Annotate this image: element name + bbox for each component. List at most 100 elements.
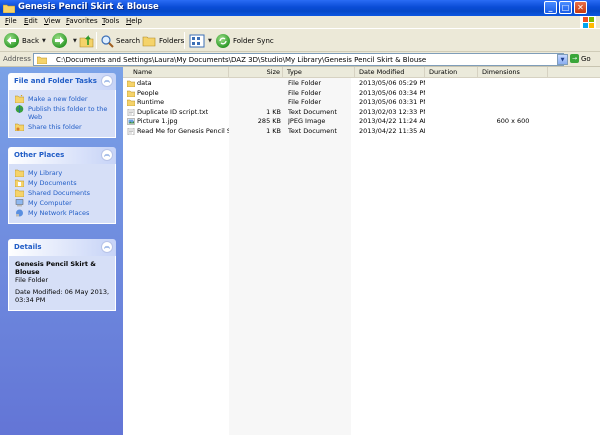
folder-icon [127, 80, 135, 87]
folder-icon [127, 90, 135, 97]
panel-header[interactable]: Details ︽ [8, 239, 116, 256]
file-size [229, 98, 281, 107]
address-input[interactable]: C:\Documents and Settings\Laura\My Docum… [33, 53, 564, 66]
text-icon [127, 108, 135, 116]
file-date-modified: 2013/04/22 11:35 AM [359, 126, 425, 135]
panel-title: Details [14, 243, 42, 251]
details-type: File Folder [15, 276, 49, 284]
task-pane: File and Folder Tasks ︽ Make a new folde… [0, 67, 123, 435]
menu-favorites[interactable]: Favorites [66, 17, 98, 25]
menu-bar: File Edit View Favorites Tools Help [0, 16, 600, 29]
computer-icon [15, 199, 24, 207]
column-dimensions[interactable]: Dimensions [478, 67, 548, 78]
explorer-window: Genesis Pencil Skirt & Blouse _ □ ✕ File… [0, 0, 600, 435]
file-name: Duplicate ID script.txt [137, 107, 209, 116]
folder-sync-label: Folder Sync [233, 36, 274, 45]
column-label: Duration [429, 68, 458, 76]
folder-icon [15, 169, 24, 177]
column-label: Size [266, 68, 280, 76]
collapse-chevron-icon[interactable]: ︽ [101, 75, 113, 87]
address-dropdown-button[interactable]: ▼ [557, 54, 568, 65]
back-arrow-icon [4, 33, 19, 48]
file-dimensions [478, 79, 548, 88]
search-button[interactable]: Search [100, 32, 140, 49]
up-folder-button[interactable] [79, 32, 94, 49]
close-button[interactable]: ✕ [574, 1, 587, 14]
place-my-computer[interactable]: My Computer [15, 199, 111, 207]
file-dimensions [478, 108, 548, 117]
column-date-modified[interactable]: Date Modified [355, 67, 425, 78]
address-bar: Address C:\Documents and Settings\Laura\… [0, 52, 600, 67]
file-row[interactable]: Runtime File Folder 2013/05/06 03:31 PM [123, 98, 600, 107]
file-dimensions [478, 98, 548, 107]
toolbar: Back ▼ ▼ Search Folders ▼ Folder Sync [0, 29, 600, 52]
title-bar[interactable]: Genesis Pencil Skirt & Blouse _ □ ✕ [0, 0, 600, 16]
file-type: JPEG Image [288, 117, 326, 125]
address-path: C:\Documents and Settings\Laura\My Docum… [56, 56, 427, 64]
column-duration[interactable]: Duration [425, 67, 478, 78]
place-my-documents[interactable]: My Documents [15, 179, 111, 187]
file-row[interactable]: data File Folder 2013/05/06 05:29 PM [123, 79, 600, 88]
menu-help[interactable]: Help [126, 17, 142, 25]
file-name: data [137, 79, 152, 87]
go-arrow-icon: → [570, 54, 579, 63]
forward-button[interactable]: ▼ [52, 32, 77, 49]
publish-to-web-link[interactable]: Publish this folder to the Web [15, 105, 111, 121]
go-button[interactable]: → Go [570, 54, 591, 63]
views-button[interactable]: ▼ [189, 32, 212, 49]
folders-icon [142, 36, 156, 47]
window-title: Genesis Pencil Skirt & Blouse [18, 2, 159, 12]
file-size [229, 79, 281, 88]
file-row[interactable]: Duplicate ID script.txt 1 KB Text Document… [123, 108, 600, 117]
file-date-modified: 2013/04/22 11:24 AM [359, 117, 425, 125]
file-size: 1 KB [266, 126, 281, 135]
make-new-folder-link[interactable]: Make a new folder [15, 95, 111, 103]
collapse-chevron-icon[interactable]: ︽ [101, 149, 113, 161]
place-my-network-places[interactable]: My Network Places [15, 209, 111, 217]
file-date-modified: 2013/05/06 05:29 PM [359, 79, 425, 87]
file-row[interactable]: People File Folder 2013/05/06 03:34 PM [123, 89, 600, 98]
folder-sync-button[interactable]: Folder Sync [216, 32, 274, 49]
file-row[interactable]: Read Me for Genesis Pencil Sk... 1 KB Text… [123, 127, 600, 136]
file-type: Text Document [288, 107, 337, 116]
menu-file[interactable]: File [5, 17, 17, 25]
panel-header[interactable]: File and Folder Tasks ︽ [8, 73, 116, 90]
file-name: Runtime [137, 98, 165, 106]
menu-view[interactable]: View [44, 17, 61, 25]
panel-header[interactable]: Other Places ︽ [8, 147, 116, 164]
minimize-button[interactable]: _ [544, 1, 557, 14]
maximize-button[interactable]: □ [559, 1, 572, 14]
column-header-row: Name Size Type Date Modified Duration Di… [123, 67, 600, 78]
column-type[interactable]: Type [283, 67, 355, 78]
menu-tools[interactable]: Tools [102, 17, 119, 25]
file-row[interactable]: Picture 1.jpg 285 KB JPEG Image 2013/04/22 … [123, 117, 600, 126]
folder-icon [127, 99, 135, 106]
column-label: Dimensions [482, 68, 520, 76]
chevron-down-icon: ▼ [73, 37, 77, 44]
column-size[interactable]: Size [229, 67, 283, 78]
back-button[interactable]: Back ▼ [4, 32, 46, 49]
address-label: Address [3, 55, 31, 63]
share-folder-icon [15, 123, 24, 131]
file-name: Picture 1.jpg [137, 117, 178, 125]
menu-edit[interactable]: Edit [24, 17, 38, 25]
place-my-library[interactable]: My Library [15, 169, 111, 177]
task-label: Make a new folder [28, 95, 88, 103]
new-folder-icon [15, 95, 24, 103]
sync-icon [216, 33, 230, 48]
place-shared-documents[interactable]: Shared Documents [15, 189, 111, 197]
folder-icon [3, 4, 15, 13]
collapse-chevron-icon[interactable]: ︽ [101, 241, 113, 253]
up-folder-icon [79, 35, 94, 48]
file-name: People [137, 88, 159, 97]
forward-arrow-icon [52, 33, 67, 48]
folders-button[interactable]: Folders [142, 32, 184, 49]
folder-icon [37, 56, 47, 64]
column-name[interactable]: Name [123, 67, 229, 78]
windows-logo-icon [580, 16, 596, 29]
file-dimensions [478, 127, 548, 136]
documents-folder-icon [15, 179, 24, 187]
chevron-down-icon: ▼ [560, 57, 565, 63]
share-folder-link[interactable]: Share this folder [15, 123, 111, 131]
file-date-modified: 2013/05/06 03:31 PM [359, 98, 425, 106]
